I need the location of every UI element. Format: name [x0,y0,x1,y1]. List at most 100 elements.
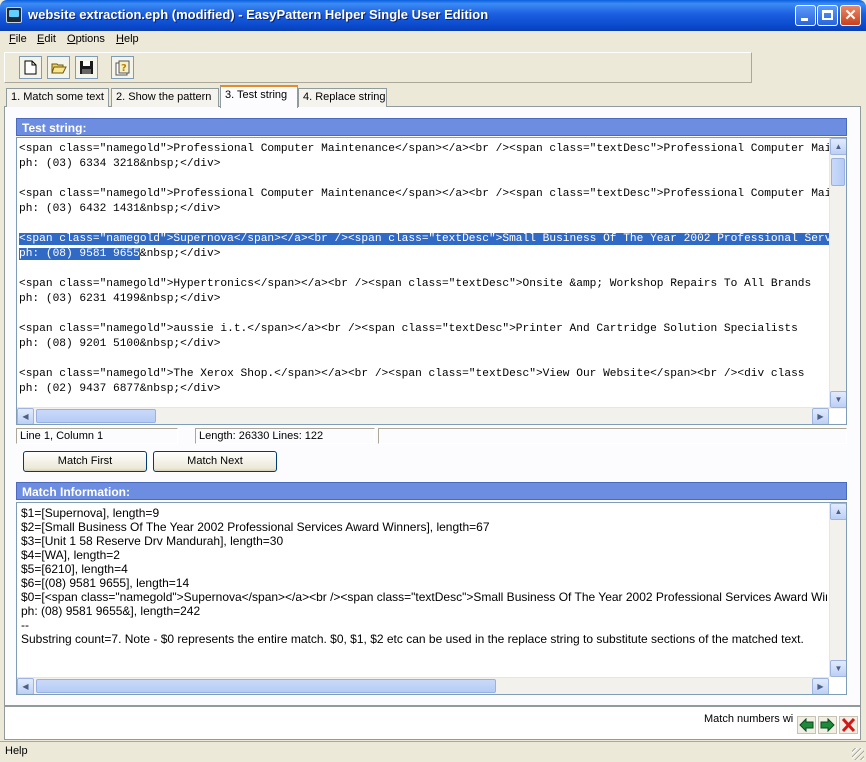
match-info-line: $5=[6210], length=4 [21,562,128,576]
status-bar-text: Help [5,745,28,757]
scroll-up-button[interactable]: ▲ [830,138,846,155]
tab-test-string[interactable]: 3. Test string [220,85,298,108]
length-lines-status: Length: 26330 Lines: 122 [195,428,375,444]
scroll-right-button[interactable]: ▶ [812,408,829,424]
test-string-line [19,172,831,187]
test-string-header: Test string: [16,118,847,136]
test-string-line: ph: (02) 9437 6877&nbsp;</div> [19,383,221,395]
match-info-line: $4=[WA], length=2 [21,548,120,562]
test-string-textarea[interactable]: <span class="namegold">Professional Comp… [16,137,847,425]
menu-options-key: O [67,33,76,45]
maximize-button[interactable] [817,5,838,26]
test-string-line: <span class="namegold">Professional Comp… [19,143,831,155]
test-string-line [19,307,831,322]
test-string-content[interactable]: <span class="namegold">Professional Comp… [19,142,831,408]
menu-bar: File Edit Options Help [0,31,866,50]
new-file-button[interactable] [19,56,42,79]
scroll-left-button[interactable]: ◀ [17,408,34,424]
title-bar[interactable]: website extraction.eph (modified) - Easy… [0,0,866,31]
test-string-hscrollbar[interactable]: ◀ ▶ [17,407,829,424]
toolbar: ? [4,52,752,83]
match-info-line: $0=[<span class="namegold">Supernova</sp… [21,590,827,604]
match-scroll-up-button[interactable]: ▲ [830,503,846,520]
match-info-line: $1=[Supernova], length=9 [21,506,160,520]
menu-options[interactable]: Options [67,33,105,45]
open-button[interactable] [47,56,70,79]
match-hscrollbar[interactable]: ◀ ▶ [17,677,829,694]
match-scroll-down-button[interactable]: ▼ [830,660,846,677]
previous-match-button[interactable] [797,716,816,734]
app-icon [6,7,22,23]
match-info-line: $2=[Small Business Of The Year 2002 Prof… [21,520,490,534]
match-information-textarea[interactable]: $1=[Supernova], length=9 $2=[Small Busine… [16,502,847,695]
test-string-line [19,262,831,277]
menu-edit-label: dit [44,33,56,45]
selected-text: <span class="namegold">Supernova</span><… [19,233,831,245]
match-next-button[interactable]: Match Next [153,451,277,472]
minimize-button[interactable] [795,5,816,26]
scroll-thumb[interactable] [831,158,845,186]
test-string-line: ph: (08) 9581 9655&nbsp;</div> [19,247,831,262]
svg-text:?: ? [121,63,127,74]
match-info-line: $6=[(08) 9581 9655], length=14 [21,576,190,590]
help-icon: ? [115,60,130,76]
test-string-vscrollbar[interactable]: ▲ ▼ [829,138,846,409]
menu-edit[interactable]: Edit [37,33,56,45]
test-string-line: <span class="namegold">The Xerox Shop.</… [19,368,805,380]
close-icon: ✕ [844,7,857,24]
red-x-icon [841,717,856,733]
clear-button[interactable] [839,716,858,734]
tab-replace-string[interactable]: 4. Replace string [298,88,387,107]
test-string-line [19,217,831,232]
menu-help[interactable]: Help [116,33,139,45]
match-information-header: Match Information: [16,482,847,500]
next-match-button[interactable] [818,716,837,734]
size-grip[interactable] [852,748,864,760]
cursor-position: Line 1, Column 1 [16,428,178,444]
arrow-right-icon [820,717,835,733]
test-string-line: <span class="namegold">Hypertronics</spa… [19,278,812,290]
open-folder-icon [51,63,67,74]
tab-match-some-text[interactable]: 1. Match some text [6,88,109,107]
match-info-line: ph: (08) 9581 9655&], length=242 [21,604,201,618]
test-string-line: <span class="namegold">Supernova</span><… [19,232,831,247]
match-first-button[interactable]: Match First [23,451,147,472]
match-information-content[interactable]: $1=[Supernova], length=9 $2=[Small Busine… [21,506,827,674]
menu-file-key: F [9,33,16,45]
arrow-left-icon [799,717,814,733]
match-info-line: Substring count=7. Note - $0 represents … [21,632,804,646]
editor-status-row: Line 1, Column 1 Length: 26330 Lines: 12… [16,428,847,444]
test-string-line [19,352,831,367]
new-file-icon [24,60,37,75]
test-string-line: ph: (08) 9201 5100&nbsp;</div> [19,338,221,350]
unselected-text: &nbsp;</div> [139,248,221,260]
menu-help-key: H [116,33,124,45]
help-button[interactable]: ? [111,56,134,79]
status-empty-cell [378,428,847,444]
test-string-line: ph: (03) 6231 4199&nbsp;</div> [19,293,221,305]
match-info-line: $3=[Unit 1 58 Reserve Drv Mandurah], len… [21,534,284,548]
menu-help-label: elp [123,33,139,45]
match-scroll-left-button[interactable]: ◀ [17,678,34,694]
match-info-line: -- [21,618,29,632]
save-button[interactable] [75,56,98,79]
match-scroll-right-button[interactable]: ▶ [812,678,829,694]
test-string-line: ph: (03) 6334 3218&nbsp;</div> [19,158,221,170]
test-string-line: ph: (03) 6432 1431&nbsp;</div> [19,203,221,215]
test-string-line: <span class="namegold">Professional Comp… [19,188,831,200]
maximize-icon [822,10,833,20]
selected-text: ph: (08) 9581 9655 [19,248,140,260]
test-string-line: <span class="namegold">aussie i.t.</span… [19,323,798,335]
minimize-icon [801,18,808,21]
window-title: website extraction.eph (modified) - Easy… [28,7,489,22]
tab-show-the-pattern[interactable]: 2. Show the pattern [111,88,219,107]
match-hscroll-thumb[interactable] [36,679,496,693]
close-button[interactable]: ✕ [840,5,861,26]
save-disk-icon [80,61,93,74]
scroll-down-button[interactable]: ▼ [830,391,846,408]
match-vscrollbar[interactable]: ▲ ▼ [829,503,846,677]
hscroll-thumb[interactable] [36,409,156,423]
status-bar: Help [0,741,866,762]
menu-file[interactable]: File [9,33,27,45]
match-numbers-label: Match numbers wi [704,713,794,725]
